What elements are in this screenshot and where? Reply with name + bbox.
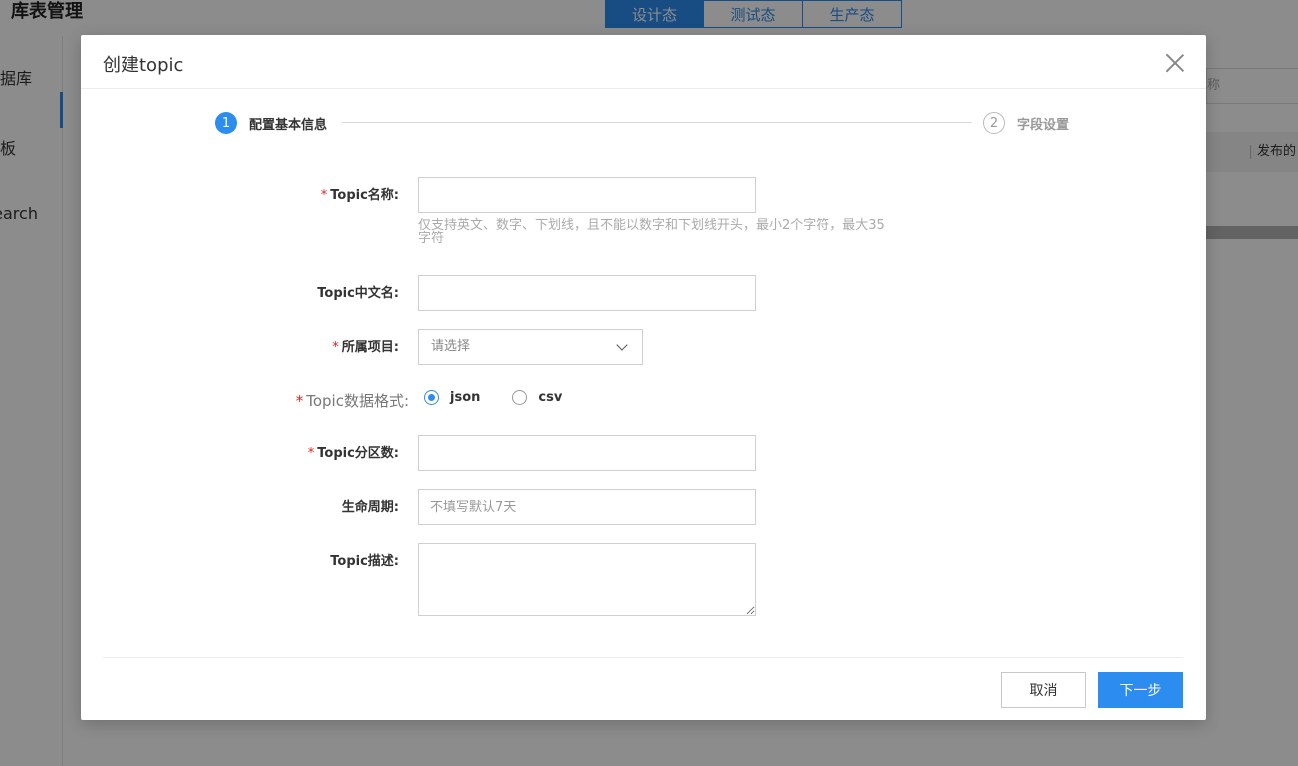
step-label-2: 字段设置 bbox=[1017, 117, 1070, 133]
step-field-settings: 2 字段设置 bbox=[983, 112, 1069, 134]
description-textarea[interactable] bbox=[418, 543, 756, 616]
step-number-1: 1 bbox=[215, 112, 237, 134]
topic-name-label-text: Topic名称: bbox=[330, 188, 399, 203]
radio-csv[interactable]: csv bbox=[512, 390, 562, 405]
required-mark: * bbox=[295, 392, 304, 410]
data-format-label: * Topic数据格式: bbox=[189, 391, 409, 411]
step-connector bbox=[342, 122, 972, 123]
step-label-1: 配置基本信息 bbox=[249, 117, 328, 133]
footer-divider bbox=[103, 657, 1183, 658]
topic-name-label: * Topic名称: bbox=[179, 186, 399, 206]
partitions-label-text: Topic分区数: bbox=[317, 446, 399, 461]
partitions-input[interactable] bbox=[418, 435, 756, 471]
data-format-radio-group: json csv bbox=[424, 390, 594, 405]
close-icon[interactable] bbox=[1165, 53, 1185, 73]
create-topic-modal: 创建topic 1 配置基本信息 2 字段设置 * Topic名称: 仅支持英文、… bbox=[81, 35, 1206, 720]
required-mark: * bbox=[332, 340, 339, 355]
project-select-placeholder: 请选择 bbox=[431, 339, 471, 354]
cancel-button[interactable]: 取消 bbox=[1001, 672, 1086, 708]
lifecycle-input[interactable] bbox=[418, 489, 756, 525]
partitions-label: * Topic分区数: bbox=[179, 444, 399, 464]
description-label: Topic描述: bbox=[330, 554, 399, 569]
modal-title: 创建topic bbox=[103, 55, 184, 76]
topic-cn-name-input[interactable] bbox=[418, 275, 756, 311]
project-label-text: 所属项目: bbox=[341, 340, 399, 355]
radio-json-dot[interactable] bbox=[424, 390, 439, 405]
chevron-down-icon bbox=[616, 339, 628, 351]
data-format-label-text: Topic数据格式: bbox=[306, 392, 409, 410]
step-basic-info: 1 配置基本信息 bbox=[215, 112, 327, 134]
required-mark: * bbox=[320, 188, 328, 203]
topic-name-input[interactable] bbox=[418, 177, 756, 213]
topic-cn-name-label: Topic中文名: bbox=[317, 286, 399, 301]
next-button[interactable]: 下一步 bbox=[1098, 672, 1183, 708]
required-mark: * bbox=[307, 446, 315, 461]
step-number-2: 2 bbox=[983, 112, 1005, 134]
radio-json[interactable]: json bbox=[424, 390, 480, 405]
modal-header: 创建topic bbox=[81, 35, 1206, 89]
radio-csv-dot[interactable] bbox=[512, 390, 528, 405]
radio-json-label: json bbox=[450, 390, 481, 405]
lifecycle-label: 生命周期: bbox=[341, 500, 399, 515]
topic-name-hint: 仅支持英文、数字、下划线，且不能以数字和下划线开头，最小2个字符，最大35字符 bbox=[418, 218, 885, 246]
project-select[interactable]: 请选择 bbox=[418, 329, 643, 365]
project-label: * 所属项目: bbox=[179, 338, 399, 358]
radio-csv-label: csv bbox=[538, 390, 563, 405]
